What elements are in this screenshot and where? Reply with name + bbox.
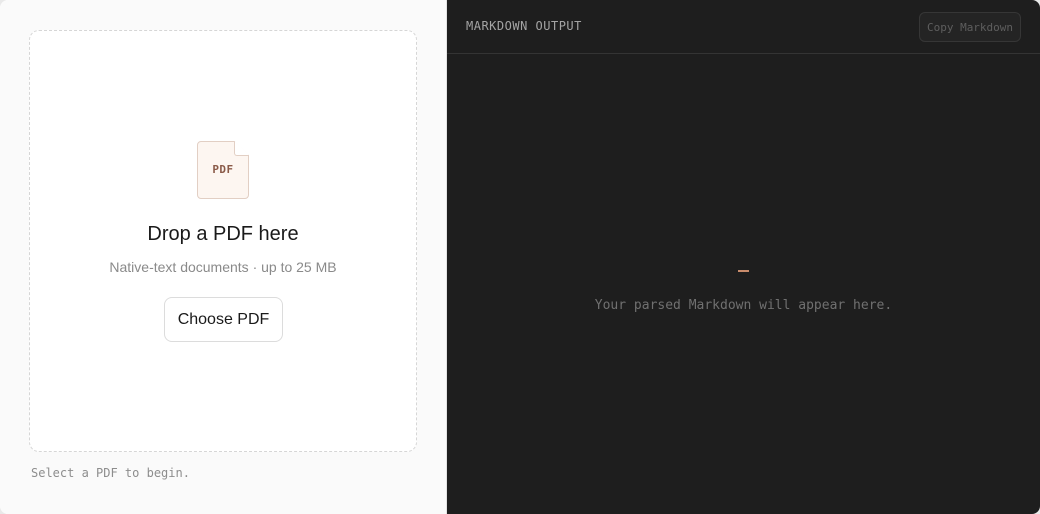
file-icon-label: PDF [212, 162, 234, 176]
output-title: MARKDOWN OUTPUT [466, 19, 582, 33]
cursor-icon [738, 270, 749, 272]
pdf-dropzone[interactable]: PDF Drop a PDF here Native-text document… [29, 30, 417, 452]
markdown-output-panel: MARKDOWN OUTPUT Copy Markdown Your parse… [447, 0, 1040, 514]
dropzone-title: Drop a PDF here [147, 223, 299, 245]
output-header: MARKDOWN OUTPUT Copy Markdown [447, 0, 1040, 54]
output-placeholder: Your parsed Markdown will appear here. [594, 298, 893, 313]
pdf-file-icon: PDF [197, 141, 249, 199]
choose-pdf-button[interactable]: Choose PDF [164, 297, 283, 342]
file-fold-corner [234, 141, 249, 156]
upload-panel: PDF Drop a PDF here Native-text document… [0, 0, 447, 514]
app-window: PDF Drop a PDF here Native-text document… [0, 0, 1040, 514]
status-text: Select a PDF to begin. [31, 466, 190, 480]
copy-markdown-button[interactable]: Copy Markdown [919, 12, 1021, 42]
dropzone-subtitle: Native-text documents · up to 25 MB [109, 259, 337, 275]
